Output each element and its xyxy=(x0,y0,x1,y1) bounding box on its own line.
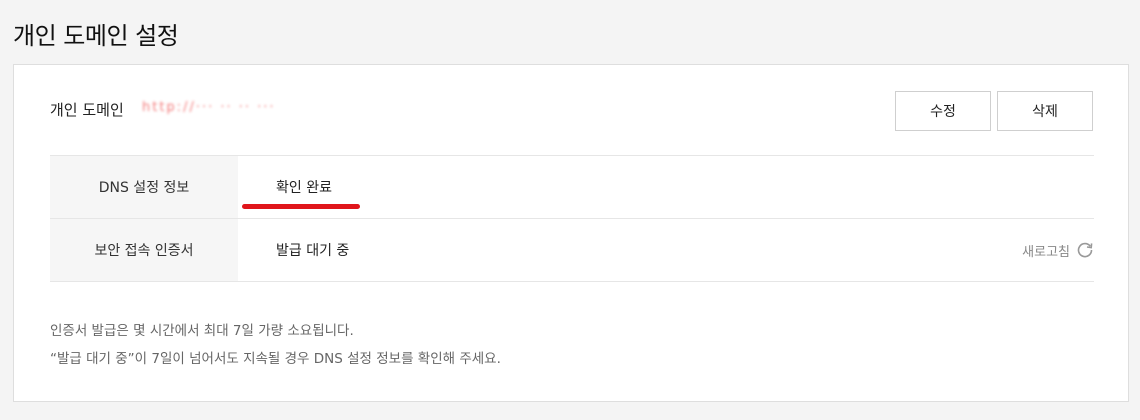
delete-button[interactable]: 삭제 xyxy=(997,91,1093,131)
domain-label: 개인 도메인 xyxy=(50,101,124,119)
notes: 인증서 발급은 몇 시간에서 최대 7일 가량 소요됩니다. “발급 대기 중”… xyxy=(50,317,501,373)
highlight-underline xyxy=(242,204,360,209)
domain-info-table: DNS 설정 정보 확인 완료 보안 접속 인증서 발급 대기 중 새로고침 xyxy=(50,155,1094,282)
refresh-button[interactable]: 새로고침 xyxy=(1022,219,1094,281)
note-line: “발급 대기 중”이 7일이 넘어서도 지속될 경우 DNS 설정 정보를 확인… xyxy=(50,351,501,367)
dns-info-row: DNS 설정 정보 확인 완료 xyxy=(50,156,1094,218)
refresh-label: 새로고침 xyxy=(1022,244,1070,260)
dns-info-label: DNS 설정 정보 xyxy=(50,156,238,218)
page-title: 개인 도메인 설정 xyxy=(13,22,179,50)
ssl-cert-row: 보안 접속 인증서 발급 대기 중 새로고침 xyxy=(50,218,1094,281)
edit-button[interactable]: 수정 xyxy=(895,91,991,131)
dns-status-value: 확인 완료 xyxy=(276,180,332,196)
domain-settings-card: 개인 도메인 http://··· ·· ·· ··· 수정 삭제 DNS 설정… xyxy=(13,64,1129,402)
domain-row: 개인 도메인 http://··· ·· ·· ··· 수정 삭제 xyxy=(50,91,1094,131)
ssl-status-value: 발급 대기 중 xyxy=(276,243,350,259)
refresh-icon xyxy=(1076,241,1094,259)
note-line: 인증서 발급은 몇 시간에서 최대 7일 가량 소요됩니다. xyxy=(50,323,354,339)
dns-info-cell: 확인 완료 xyxy=(238,156,1094,218)
ssl-cert-label: 보안 접속 인증서 xyxy=(50,219,238,281)
ssl-cert-cell: 발급 대기 중 새로고침 xyxy=(238,219,1094,281)
domain-value-redacted: http://··· ·· ·· ··· xyxy=(142,100,276,115)
